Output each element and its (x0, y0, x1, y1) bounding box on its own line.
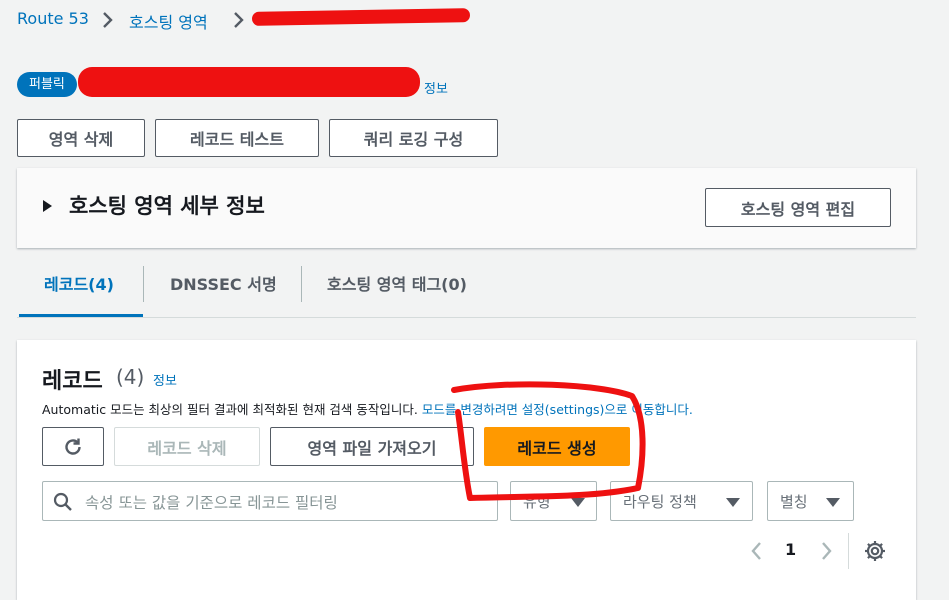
records-search-input[interactable]: 속성 또는 값을 기준으로 레코드 필터링 (42, 481, 498, 521)
redaction-mark (78, 67, 420, 97)
current-page[interactable]: 1 (785, 540, 796, 559)
refresh-button[interactable] (42, 427, 104, 466)
records-description: Automatic 모드는 최상의 필터 결과에 최적화된 현재 검색 동작입니… (42, 399, 693, 418)
pagination-divider (848, 533, 849, 569)
tab-divider (301, 266, 302, 302)
records-panel (17, 340, 916, 600)
delete-zone-button[interactable]: 영역 삭제 (17, 119, 145, 157)
configure-query-logging-button[interactable]: 쿼리 로깅 구성 (329, 119, 498, 157)
records-count: (4) (116, 365, 145, 389)
hosted-zone-details-panel: 호스팅 영역 세부 정보 호스팅 영역 편집 (17, 168, 916, 248)
search-icon (53, 492, 72, 511)
tab-records[interactable]: 레코드(4) (44, 271, 114, 295)
visibility-badge: 퍼블릭 (17, 72, 77, 97)
routing-policy-filter-label: 라우팅 정책 (623, 492, 697, 511)
alias-filter-select[interactable]: 별칭 (767, 481, 854, 521)
edit-hosted-zone-button[interactable]: 호스팅 영역 편집 (705, 188, 891, 227)
settings-link[interactable]: 모드를 변경하려면 설정(settings)으로 이동합니다. (422, 402, 693, 417)
gear-icon[interactable] (864, 540, 886, 562)
delete-record-button[interactable]: 레코드 삭제 (114, 427, 260, 466)
records-info-link[interactable]: 정보 (153, 370, 177, 389)
search-placeholder: 속성 또는 값을 기준으로 레코드 필터링 (85, 494, 338, 512)
description-text: Automatic 모드는 최상의 필터 결과에 최적화된 현재 검색 동작입니… (42, 402, 418, 417)
refresh-icon (65, 438, 81, 455)
tab-dnssec[interactable]: DNSSEC 서명 (170, 271, 277, 295)
info-link[interactable]: 정보 (424, 78, 448, 97)
import-zone-file-button[interactable]: 영역 파일 가져오기 (270, 427, 474, 466)
caret-down-icon (826, 498, 840, 507)
alias-filter-label: 별칭 (780, 492, 808, 511)
caret-right-icon[interactable] (43, 200, 52, 212)
tab-divider (143, 266, 144, 302)
tab-hosted-zone-tags[interactable]: 호스팅 영역 태그(0) (327, 271, 467, 295)
chevron-right-icon (234, 12, 244, 28)
breadcrumb-hosted-zones[interactable]: 호스팅 영역 (129, 9, 208, 33)
create-record-button[interactable]: 레코드 생성 (484, 427, 630, 466)
type-filter-select[interactable]: 유형 (510, 481, 597, 521)
records-title: 레코드 (42, 369, 103, 394)
chevron-right-icon[interactable] (817, 540, 835, 562)
tabs-underline (17, 317, 916, 318)
caret-down-icon (571, 498, 585, 507)
redaction-mark (251, 8, 471, 26)
caret-down-icon (726, 498, 740, 507)
chevron-left-icon[interactable] (748, 540, 766, 562)
chevron-right-icon (103, 12, 113, 28)
type-filter-label: 유형 (523, 492, 551, 511)
breadcrumb-route53[interactable]: Route 53 (17, 9, 89, 28)
routing-policy-filter-select[interactable]: 라우팅 정책 (610, 481, 753, 521)
details-panel-title[interactable]: 호스팅 영역 세부 정보 (69, 190, 265, 220)
test-record-button[interactable]: 레코드 테스트 (155, 119, 319, 157)
